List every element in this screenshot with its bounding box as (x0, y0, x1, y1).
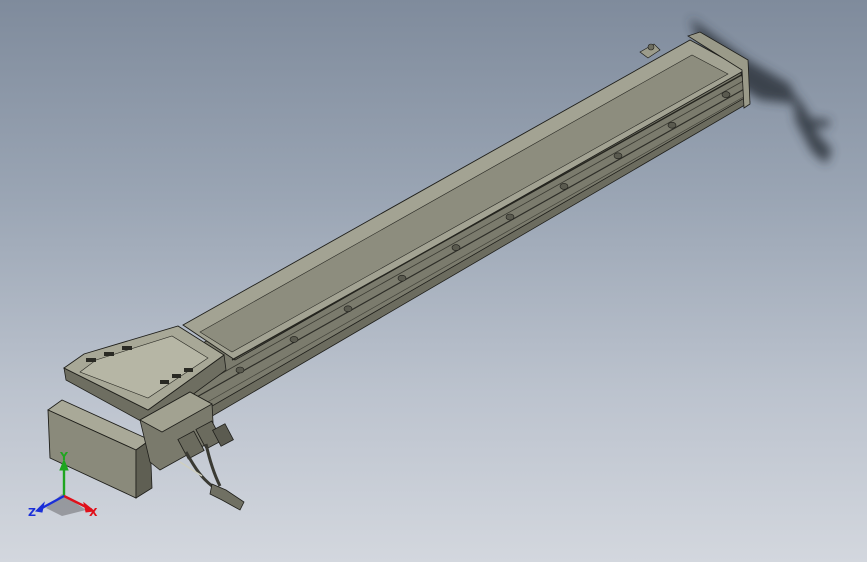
mounting-slot (289, 336, 299, 343)
rail-groove-2 (209, 79, 746, 381)
mounting-slot (505, 213, 515, 221)
triad-z-label: Z (28, 506, 36, 519)
mounting-slot (613, 152, 623, 160)
cable-connector (209, 483, 245, 511)
mounting-slot (451, 244, 461, 251)
end-bolt-icon (647, 43, 655, 51)
triad-x-label: X (89, 506, 98, 519)
mounting-slot (721, 91, 731, 98)
mounting-slot (667, 121, 677, 129)
linear-actuator-model[interactable]: Y X Z (0, 0, 867, 562)
triad-z-arrow-icon (34, 501, 45, 513)
cable-thin (179, 461, 203, 477)
mounting-slot (343, 305, 353, 313)
rail-groove-4 (189, 94, 748, 413)
mounting-slot (397, 274, 407, 282)
cable-2 (204, 443, 222, 487)
mounting-slot (559, 183, 569, 190)
rail-groove-3 (194, 87, 747, 399)
cad-viewport[interactable]: Y X Z (0, 0, 867, 562)
triad-y-label: Y (59, 450, 69, 463)
mounting-slot (235, 366, 245, 374)
rail-groove-1 (231, 72, 746, 361)
rail-cover-strip (199, 54, 729, 353)
